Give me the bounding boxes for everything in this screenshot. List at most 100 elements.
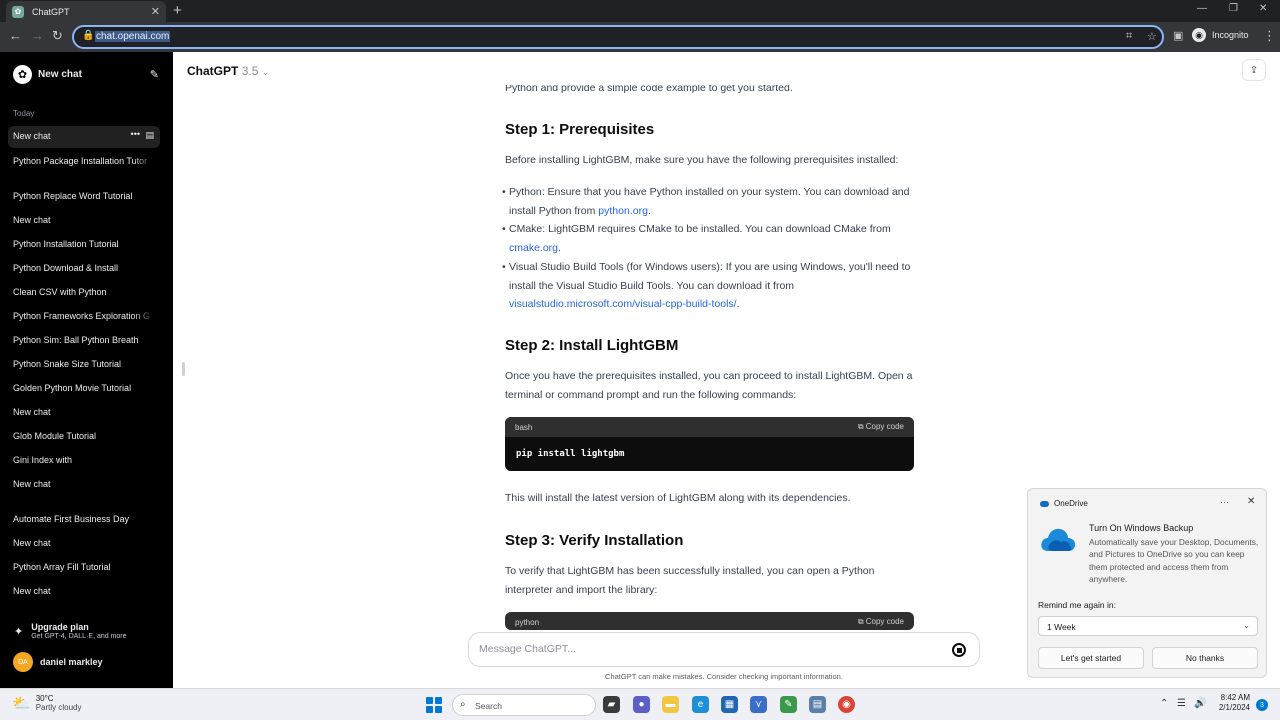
step1-heading: Step 1: Prerequisites [505,121,655,138]
code-language: bash [515,422,533,432]
history-item[interactable]: Clean CSV with Python [13,287,155,297]
new-chat-row[interactable]: ✿ New chat ✎ [13,65,159,84]
forward-icon[interactable]: → [31,28,44,43]
link-cmake-org[interactable]: cmake.org [509,242,558,254]
model-selector[interactable]: ChatGPT 3.5 ⌄ [187,64,269,78]
tab-close-icon[interactable]: ✕ [151,5,160,18]
history-item[interactable]: Python Replace Word Tutorial [13,191,155,201]
step2-after-text: This will install the latest version of … [505,492,851,504]
remind-select[interactable]: 1 Week ⌄ [1038,616,1258,636]
side-panel-icon[interactable]: ▣ [1173,29,1183,42]
stop-icon [956,647,962,653]
archive-icon[interactable]: ▤ [145,130,154,141]
reload-icon[interactable]: ↻ [52,28,63,44]
history-item[interactable]: Python Download & Install [13,263,155,273]
minimize-icon[interactable]: — [1197,3,1207,14]
address-bar[interactable]: 🔒 chat.openai.com ⌗ ☆ [72,25,1164,49]
step3-heading: Step 3: Verify Installation [505,532,684,549]
openai-logo-icon: ✿ [13,65,32,84]
code-header: python ⧉ Copy code [505,612,914,630]
edge-icon[interactable]: e [692,696,709,713]
new-tab-icon[interactable]: + [173,2,182,19]
history-item[interactable]: Python Package Installation Tutor [13,156,155,166]
copy-code-button[interactable]: ⧉ Copy code [858,422,904,432]
user-menu[interactable]: DA daniel markley [13,652,103,672]
system-clock[interactable]: 8:42 AM 2/1/2024 [1214,693,1250,712]
app-icon[interactable]: ▤ [809,696,826,713]
vscode-icon[interactable]: ⋎ [750,696,767,713]
toast-app-header: OneDrive [1040,499,1088,508]
history-item[interactable]: Automate First Business Day [13,514,155,524]
tab-chatgpt[interactable]: ✿ ChatGPT ✕ [6,1,166,22]
bullet-python: • Python: Ensure that you have Python in… [502,186,910,217]
bullet-visual-studio: • Visual Studio Build Tools (for Windows… [502,261,911,310]
site-info-icon[interactable]: 🔒 [82,30,94,41]
history-item[interactable]: New chat [13,215,155,225]
compose-icon[interactable]: ✎ [150,68,159,81]
share-button[interactable]: ⇪ [1242,59,1266,81]
copy-code-button[interactable]: ⧉ Copy code [858,617,904,627]
user-name: daniel markley [40,657,103,667]
message-input[interactable]: Message ChatGPT... [479,643,576,655]
partly-cloudy-icon: ⛅ [12,695,31,712]
history-item[interactable]: Python Installation Tutorial [13,239,155,249]
history-item[interactable]: New chat [13,586,155,596]
history-item[interactable]: New chat [13,407,155,417]
incognito-icon: ◉ [1192,28,1206,42]
history-item[interactable]: New chat [13,538,155,548]
volume-icon[interactable]: 🔊 [1194,698,1206,709]
upgrade-title: Upgrade plan [31,622,89,632]
more-options-icon[interactable]: ••• [131,129,140,139]
chat-icon[interactable]: ● [633,696,650,713]
link-python-org[interactable]: python.org [598,205,648,217]
taskbar-search[interactable]: ⌕ Search [452,694,596,716]
onedrive-small-icon [1040,500,1049,507]
notification-badge[interactable]: 3 [1256,699,1268,711]
browser-menu-icon[interactable]: ⋮ [1263,28,1276,44]
sidebar-collapse-handle[interactable] [182,362,185,376]
url-text[interactable]: chat.openai.com [95,31,171,42]
upgrade-subtitle: Get GPT-4, DALL·E, and more [31,633,127,640]
store-icon[interactable]: ▦ [721,696,738,713]
weather-widget[interactable]: ⛅ 30°C Partly cloudy [12,694,81,712]
disclaimer: ChatGPT can make mistakes. Consider chec… [605,672,843,681]
history-item[interactable]: Python Sim: Ball Python Breath [13,335,155,345]
restore-icon[interactable]: ❐ [1229,3,1238,14]
lets-get-started-button[interactable]: Let's get started [1038,647,1144,669]
history-item[interactable]: Python Array Fill Tutorial [13,562,155,572]
chatgpt-favicon-icon: ✿ [12,5,24,18]
remind-select-value: 1 Week [1047,622,1076,632]
history-item[interactable]: Gini Index with [13,455,155,465]
history-item-active[interactable]: New chat ••• ▤ [8,126,160,148]
tray-chevron-icon[interactable]: ⌃ [1160,698,1168,709]
start-button[interactable] [426,697,442,713]
task-view-icon[interactable]: ▰ [603,696,620,713]
history-item[interactable]: Python Frameworks Exploration G [13,311,155,321]
browser-toolbar: ← → ↻ 🔒 chat.openai.com ⌗ ☆ ▣ ◉ Incognit… [0,22,1280,52]
history-item[interactable]: Python Snake Size Tutorial [13,359,155,369]
bookmark-star-icon[interactable]: ☆ [1147,30,1157,43]
no-thanks-button[interactable]: No thanks [1152,647,1258,669]
history-item[interactable]: Golden Python Movie Tutorial [13,383,155,393]
message-composer[interactable]: Message ChatGPT... [468,632,980,667]
weather-desc: Partly cloudy [35,703,82,712]
back-icon[interactable]: ← [9,28,22,43]
more-options-icon[interactable]: ··· [1220,497,1229,507]
file-explorer-icon[interactable]: ▬ [662,696,679,713]
link-visual-studio[interactable]: visualstudio.microsoft.com/visual-cpp-bu… [509,298,737,310]
upgrade-plan-button[interactable]: ✦ Upgrade plan Get GPT-4, DALL·E, and mo… [14,622,127,640]
onedrive-cloud-icon [1041,528,1076,551]
close-icon[interactable]: ✕ [1247,496,1255,507]
history-item[interactable]: New chat [13,479,155,489]
incognito-label: Incognito [1212,30,1249,40]
clock-time: 8:42 AM [1220,693,1250,702]
notepad-icon[interactable]: ✎ [780,696,797,713]
history-item[interactable]: Glob Module Tutorial [13,431,155,441]
stop-generating-button[interactable] [952,643,966,657]
weather-temp: 30°C [35,694,54,703]
incognito-indicator[interactable]: ◉ Incognito [1192,28,1249,42]
incognito-tracking-icon[interactable]: ⌗ [1126,30,1132,43]
network-icon[interactable]: ☰ [1177,698,1186,709]
chrome-icon[interactable]: ◉ [838,696,855,713]
window-close-icon[interactable]: ✕ [1259,3,1267,14]
